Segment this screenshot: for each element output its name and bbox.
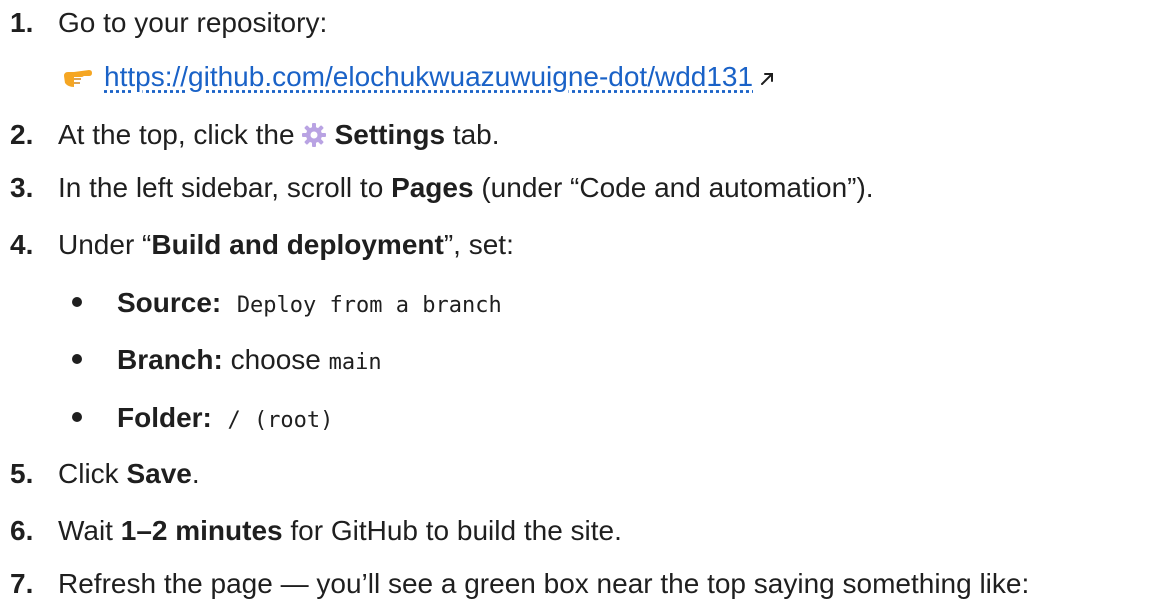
step-number: 3. [10,172,34,203]
step-text: (under “Code and automation”). [481,172,874,203]
bullet-code: main [328,350,382,375]
step-7: 7. Refresh the page — you’ll see a green … [10,566,1029,602]
step-number: 1. [10,7,34,38]
bullet-code: / (root) [227,408,334,433]
bullet-label: Folder: [117,402,212,433]
pages-label: Pages [391,172,474,203]
step-6: 6. Wait 1–2 minutes for GitHub to build t… [10,513,622,549]
step-4: 4. Under “Build and deployment”, set: [10,227,514,263]
step-text: In the left sidebar, scroll to [58,172,384,203]
bullet-source: Source: Deploy from a branch [72,285,502,324]
step-text: Click [58,458,119,489]
gear-icon [301,123,326,147]
bullet-dot [72,412,82,422]
bullet-label: Branch: [117,344,223,375]
settings-tab-label: Settings [334,119,446,150]
repo-link-line: https://github.com/elochukwuazuwuigne-do… [62,59,775,95]
bullet-folder: Folder: / (root) [72,400,333,439]
bullet-dot [72,297,82,307]
step-1: 1. Go to your repository: [10,5,327,41]
step-number: 6. [10,515,34,546]
step-text: for GitHub to build the site. [290,515,622,546]
bullet-text: choose [230,344,321,375]
step-number: 5. [10,458,34,489]
pointing-hand-icon [64,70,92,87]
duration-label: 1–2 minutes [120,515,283,546]
step-text: At the top, click the [58,119,295,150]
bullet-code: Deploy from a branch [236,293,502,318]
step-text: Under “ [58,229,152,260]
step-5: 5. Click Save. [10,456,200,492]
step-number: 7. [10,568,34,599]
step-text: Refresh the page — you’ll see a green bo… [58,568,1030,599]
external-link-icon[interactable] [759,71,775,87]
bullet-label: Source: [117,287,222,318]
step-text: ”, set: [443,229,514,260]
step-2: 2. At the top, click the Settings tab. [10,117,500,153]
bullet-branch: Branch: choose main [72,342,382,381]
step-text: Wait [58,515,113,546]
save-label: Save [126,458,192,489]
step-text: Go to your repository: [58,7,328,38]
repo-link[interactable]: https://github.com/elochukwuazuwuigne-do… [104,61,753,92]
bullet-dot [72,354,82,364]
step-text: tab. [452,119,500,150]
step-text: . [191,458,200,489]
step-number: 2. [10,119,34,150]
step-3: 3. In the left sidebar, scroll to Pages (… [10,170,874,206]
build-deployment-label: Build and deployment [151,229,444,260]
step-number: 4. [10,229,34,260]
